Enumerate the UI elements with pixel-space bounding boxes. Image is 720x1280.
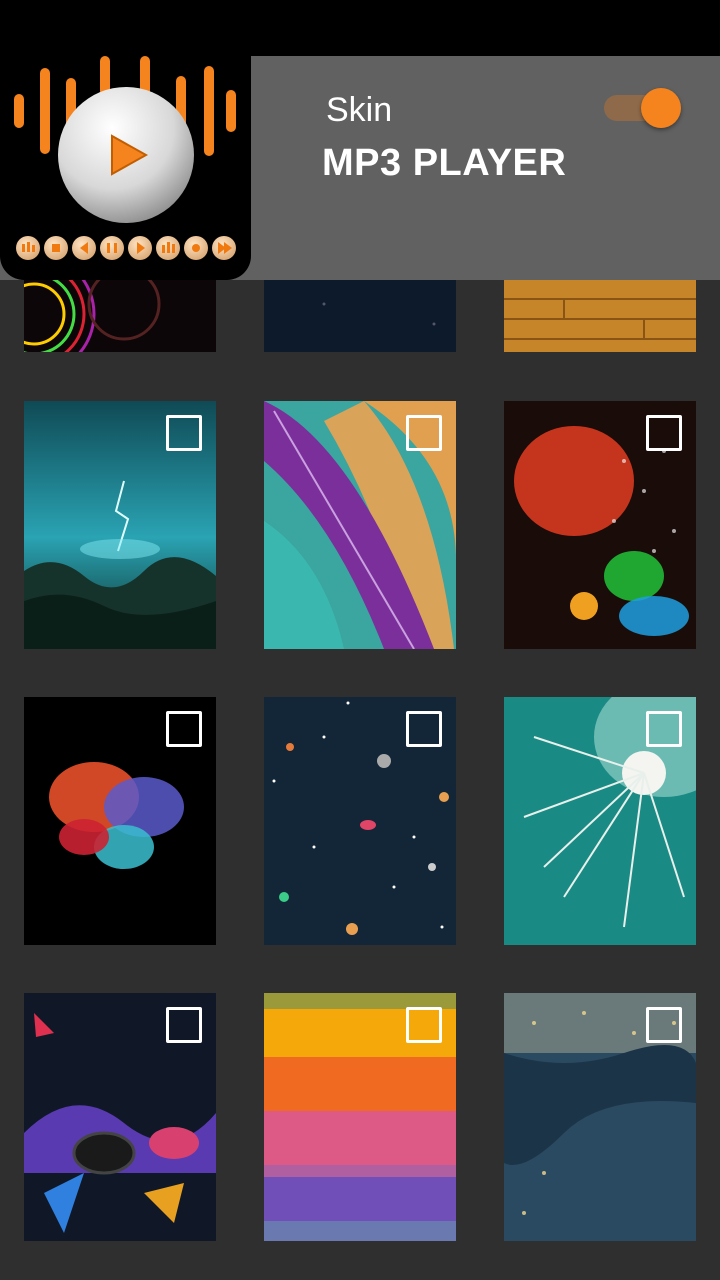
header-title: MP3 PLAYER: [322, 142, 567, 184]
neon-circles-thumbnail[interactable]: [24, 280, 216, 352]
space-planets-thumbnail[interactable]: [264, 697, 456, 945]
skin-checkbox[interactable]: [406, 415, 442, 451]
skin-grid: [0, 280, 720, 1280]
abstract-shapes-thumbnail[interactable]: [24, 993, 216, 1241]
skin-checkbox[interactable]: [166, 711, 202, 747]
wood-planks-thumbnail[interactable]: [504, 280, 696, 352]
raindrops-thumbnail[interactable]: [504, 401, 696, 649]
skin-checkbox[interactable]: [406, 1007, 442, 1043]
lightning-storm-thumbnail[interactable]: [24, 401, 216, 649]
skin-checkbox[interactable]: [166, 1007, 202, 1043]
skin-checkbox[interactable]: [166, 415, 202, 451]
toggle-thumb[interactable]: [641, 88, 681, 128]
skin-checkbox[interactable]: [646, 711, 682, 747]
rainbow-wood-thumbnail[interactable]: [264, 993, 456, 1241]
skin-checkbox[interactable]: [406, 711, 442, 747]
feathers-thumbnail[interactable]: [264, 401, 456, 649]
skin-checkbox[interactable]: [646, 1007, 682, 1043]
color-burst-thumbnail[interactable]: [24, 697, 216, 945]
status-bar: [0, 0, 720, 56]
night-sky-thumbnail[interactable]: [264, 280, 456, 352]
header-subtitle: Skin: [326, 91, 393, 129]
skin-checkbox[interactable]: [646, 415, 682, 451]
ocean-wave-thumbnail[interactable]: [504, 993, 696, 1241]
dandelion-thumbnail[interactable]: [504, 697, 696, 945]
music-player-logo-icon: [0, 56, 251, 280]
